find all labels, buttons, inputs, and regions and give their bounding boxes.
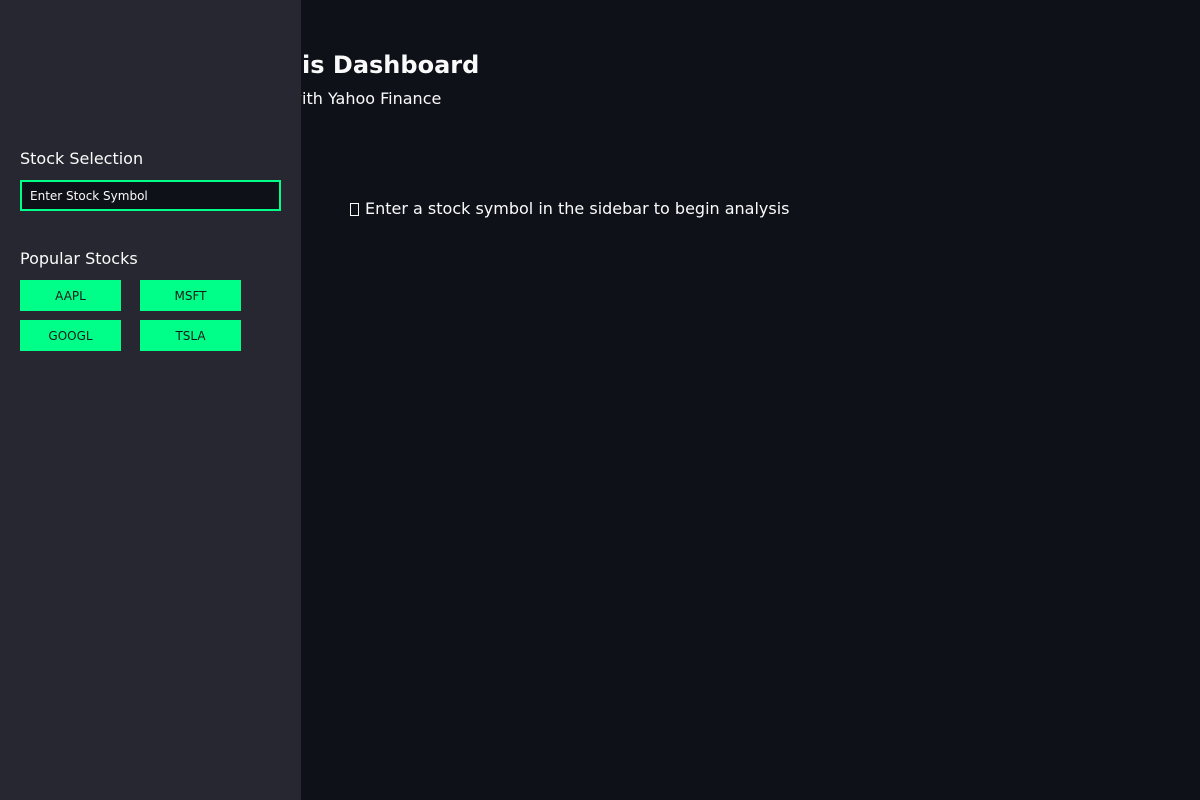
stock-button-msft[interactable]: MSFT <box>140 280 241 311</box>
missing-glyph-icon <box>350 202 359 216</box>
info-message-text: Enter a stock symbol in the sidebar to b… <box>365 199 790 218</box>
stock-symbol-input[interactable] <box>20 180 281 211</box>
sidebar: Stock Selection Popular Stocks AAPL MSFT… <box>0 0 301 800</box>
app: 📈 Stock Analysis Dashboard Real-time sto… <box>0 0 1200 800</box>
stock-button-tsla[interactable]: TSLA <box>140 320 241 351</box>
stock-selection-label: Stock Selection <box>20 149 144 168</box>
stock-button-googl[interactable]: GOOGL <box>20 320 121 351</box>
info-message: Enter a stock symbol in the sidebar to b… <box>350 199 790 219</box>
popular-stocks-label: Popular Stocks <box>20 249 138 268</box>
stock-button-aapl[interactable]: AAPL <box>20 280 121 311</box>
